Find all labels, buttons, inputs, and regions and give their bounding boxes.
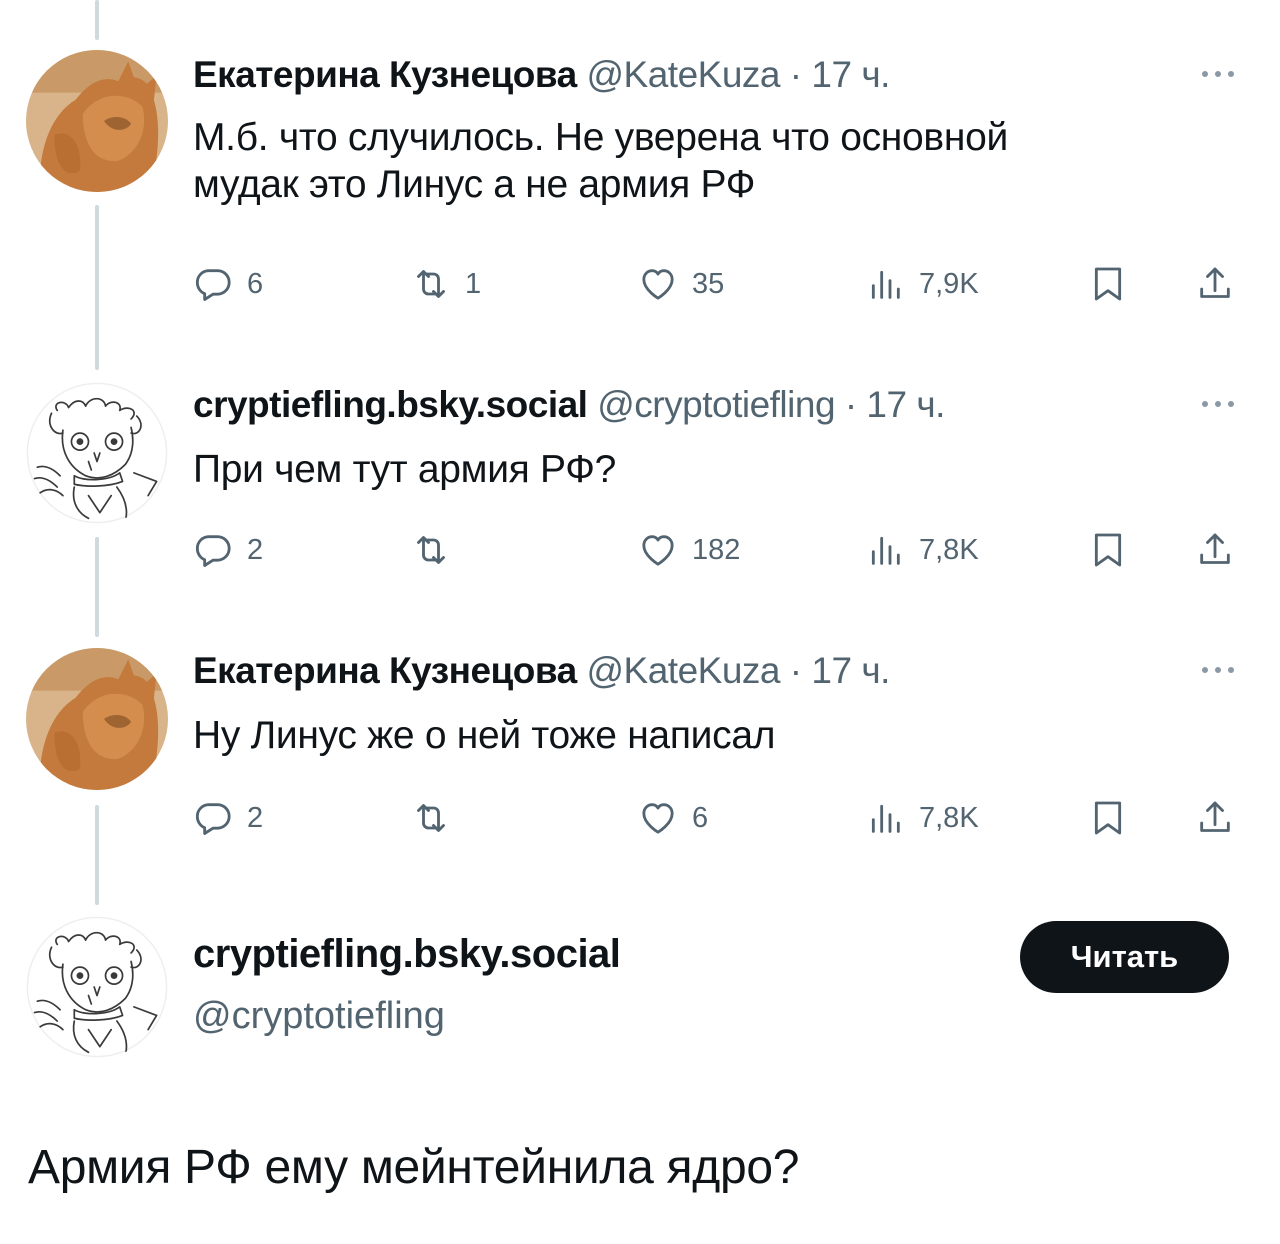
more-icon[interactable] [1202, 64, 1248, 84]
avatar[interactable] [26, 50, 168, 192]
share-icon [1195, 798, 1235, 838]
views-count: 7,8K [919, 533, 979, 566]
reply-button[interactable]: 2 [193, 796, 263, 840]
avatar[interactable] [26, 916, 168, 1058]
heart-icon [638, 530, 678, 570]
more-icon[interactable] [1202, 660, 1248, 680]
like-button[interactable]: 35 [638, 262, 724, 306]
timestamp[interactable]: 17 ч. [866, 384, 945, 425]
heart-icon [638, 798, 678, 838]
reply-count: 2 [247, 533, 264, 566]
share-icon [1195, 264, 1235, 304]
tweet-actions: 2 182 7,8K [193, 528, 1253, 572]
author-handle[interactable]: @KateKuza [586, 650, 780, 691]
thread-line [95, 537, 99, 637]
follow-button[interactable]: Читать [1020, 921, 1229, 993]
reply-button[interactable]: 6 [193, 262, 263, 306]
retweet-icon [411, 798, 451, 838]
like-count: 182 [692, 533, 741, 566]
reply-count: 6 [247, 267, 264, 300]
author-handle[interactable]: @KateKuza [586, 54, 780, 95]
retweet-button[interactable]: 1 [411, 262, 481, 306]
views-count: 7,8K [919, 801, 979, 834]
separator-dot: · [844, 384, 857, 425]
author-handle[interactable]: @cryptotiefling [193, 995, 445, 1038]
bookmark-icon [1088, 264, 1128, 304]
retweet-icon [411, 530, 451, 570]
author-handle[interactable]: @cryptotiefling [597, 384, 835, 425]
bookmark-button[interactable] [1088, 796, 1128, 840]
bookmark-button[interactable] [1088, 528, 1128, 572]
tweet-actions: 6 1 35 7,9K [193, 262, 1253, 306]
views-count: 7,9K [919, 267, 979, 300]
tweet-text: Армия РФ ему мейнтейнила ядро? [28, 1141, 800, 1194]
author-name[interactable]: Екатерина Кузнецова [193, 54, 577, 95]
retweet-button[interactable] [411, 796, 465, 840]
tweet-header: cryptiefling.bsky.social @cryptotiefling… [193, 384, 945, 426]
author-name[interactable]: cryptiefling.bsky.social [193, 932, 621, 977]
views-button[interactable]: 7,9K [865, 262, 979, 306]
reply-icon [193, 798, 233, 838]
views-icon [865, 530, 905, 570]
separator-dot: · [789, 54, 802, 95]
thread-line [95, 805, 99, 905]
avatar[interactable] [26, 648, 168, 790]
share-icon [1195, 530, 1235, 570]
heart-icon [638, 264, 678, 304]
like-count: 6 [692, 801, 709, 834]
share-button[interactable] [1195, 796, 1235, 840]
tweet-text-line: При чем тут армия РФ? [193, 448, 617, 491]
timestamp[interactable]: 17 ч. [811, 54, 890, 95]
more-icon[interactable] [1202, 394, 1248, 414]
share-button[interactable] [1195, 262, 1235, 306]
reply-icon [193, 530, 233, 570]
retweet-icon [411, 264, 451, 304]
views-button[interactable]: 7,8K [865, 528, 979, 572]
bookmark-button[interactable] [1088, 262, 1128, 306]
like-count: 35 [692, 267, 725, 300]
tweet-text-line: мудак это Линус а не армия РФ [193, 163, 756, 206]
tweet-text: При чем тут армия РФ? [193, 446, 1253, 493]
share-button[interactable] [1195, 528, 1235, 572]
thread-line [95, 205, 99, 370]
avatar[interactable] [26, 382, 168, 524]
retweet-count: 1 [465, 267, 482, 300]
tweet-text-line: М.б. что случилось. Не уверена что основ… [193, 116, 1008, 159]
tweet-actions: 2 6 7,8K [193, 796, 1253, 840]
bookmark-icon [1088, 530, 1128, 570]
bookmark-icon [1088, 798, 1128, 838]
separator-dot: · [789, 650, 802, 691]
author-name[interactable]: Екатерина Кузнецова [193, 650, 577, 691]
tweet-text: М.б. что случилось. Не уверена что основ… [193, 114, 1253, 208]
views-icon [865, 798, 905, 838]
retweet-button[interactable] [411, 528, 465, 572]
views-icon [865, 264, 905, 304]
views-button[interactable]: 7,8K [865, 796, 979, 840]
tweet-header: Екатерина Кузнецова @KateKuza · 17 ч. [193, 650, 890, 692]
reply-button[interactable]: 2 [193, 528, 263, 572]
thread-line-top [95, 0, 99, 40]
reply-count: 2 [247, 801, 264, 834]
tweet-text-line: Ну Линус же о ней тоже написал [193, 714, 776, 757]
tweet-header: Екатерина Кузнецова @KateKuza · 17 ч. [193, 54, 890, 96]
author-name[interactable]: cryptiefling.bsky.social [193, 384, 588, 425]
timestamp[interactable]: 17 ч. [811, 650, 890, 691]
reply-icon [193, 264, 233, 304]
like-button[interactable]: 6 [638, 796, 708, 840]
tweet-text: Ну Линус же о ней тоже написал [193, 712, 1253, 759]
like-button[interactable]: 182 [638, 528, 740, 572]
